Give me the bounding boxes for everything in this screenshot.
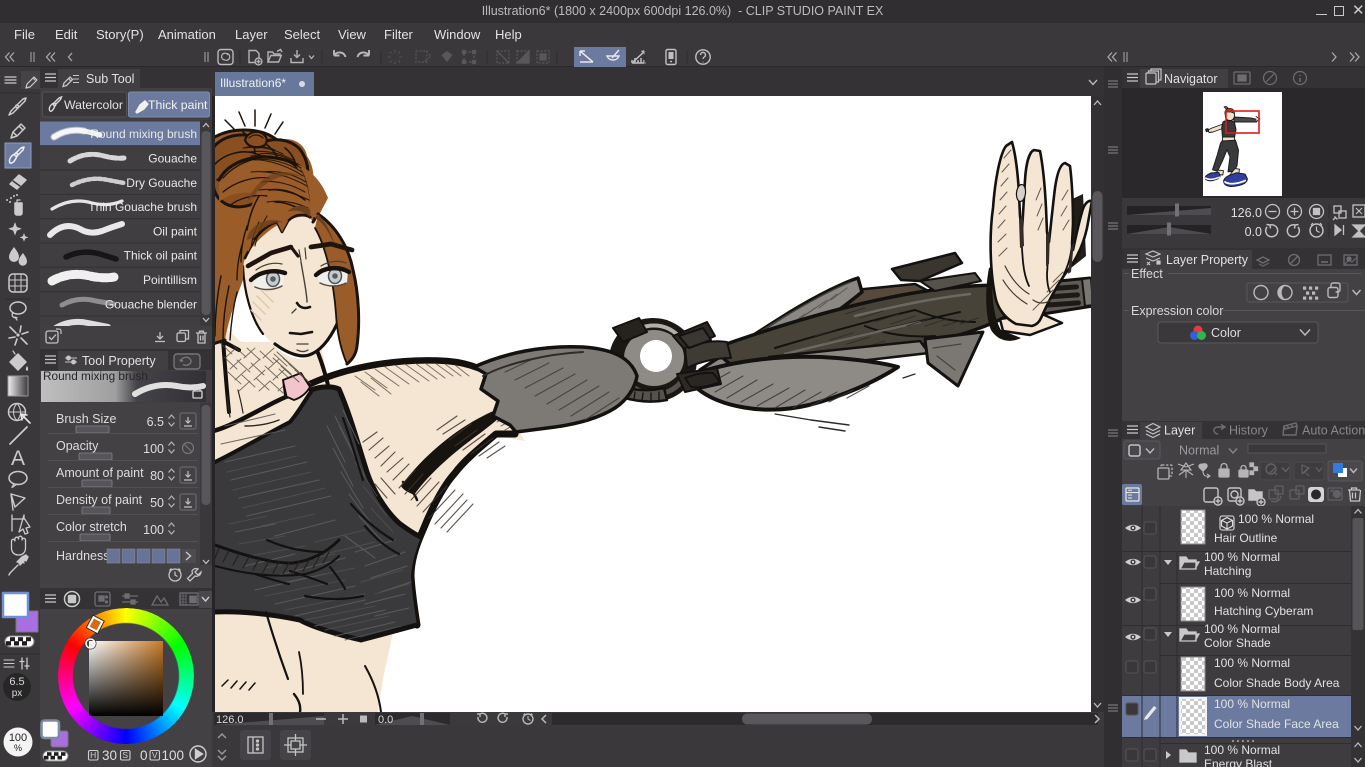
svg-text:50: 50 — [150, 496, 164, 510]
svg-text:Dry Gouache: Dry Gouache — [126, 176, 197, 190]
svg-text:Watercolor: Watercolor — [64, 98, 123, 112]
svg-text:100 % Normal: 100 % Normal — [1214, 586, 1290, 600]
svg-text:100: 100 — [143, 442, 164, 456]
svg-text:Pointillism: Pointillism — [143, 273, 197, 287]
svg-text:100: 100 — [143, 523, 164, 537]
svg-text:Layer: Layer — [1164, 424, 1195, 438]
svg-text:Sub Tool: Sub Tool — [86, 72, 134, 86]
svg-text:Hatching: Hatching — [1204, 564, 1251, 578]
svg-text:100 % Normal: 100 % Normal — [1204, 550, 1280, 564]
svg-text:126.0: 126.0 — [1231, 206, 1262, 220]
svg-text:Brush Size: Brush Size — [56, 412, 116, 426]
svg-text:100 % Normal: 100 % Normal — [1238, 512, 1314, 526]
svg-text:Expression color: Expression color — [1131, 304, 1223, 318]
svg-text:Hardness: Hardness — [56, 549, 110, 563]
svg-text:0.0: 0.0 — [1245, 225, 1262, 239]
svg-text:Tool Property: Tool Property — [82, 354, 156, 368]
svg-text:Gouache: Gouache — [148, 152, 197, 166]
svg-text:Oil paint: Oil paint — [153, 224, 198, 238]
svg-text:Color Shade Face Area: Color Shade Face Area — [1214, 717, 1339, 731]
svg-text:100 % Normal: 100 % Normal — [1214, 656, 1290, 670]
svg-text:Opacity: Opacity — [56, 439, 99, 453]
svg-text:Color: Color — [1211, 326, 1241, 340]
svg-text:0: 0 — [140, 748, 148, 763]
svg-text:Round mixing brush: Round mixing brush — [90, 127, 197, 141]
svg-text:6.5: 6.5 — [9, 676, 24, 688]
svg-text:A: A — [11, 447, 25, 470]
svg-text:Color stretch: Color stretch — [56, 520, 127, 534]
svg-text:Layer Property: Layer Property — [1166, 253, 1249, 267]
svg-text:Navigator: Navigator — [1164, 72, 1218, 86]
svg-text:100 % Normal: 100 % Normal — [1204, 622, 1280, 636]
svg-text:Color Shade: Color Shade — [1204, 636, 1271, 650]
svg-text:6.5: 6.5 — [147, 415, 164, 429]
svg-text:px: px — [12, 688, 23, 699]
svg-text:0.0: 0.0 — [378, 714, 393, 726]
svg-text:Round mixing brush: Round mixing brush — [43, 369, 148, 383]
svg-text:Thick paint: Thick paint — [148, 98, 208, 112]
svg-text:Amount of paint: Amount of paint — [56, 466, 144, 480]
svg-text:100 % Normal: 100 % Normal — [1204, 743, 1280, 757]
svg-text:Auto Action: Auto Action — [1302, 424, 1365, 438]
svg-text:Normal: Normal — [1179, 444, 1219, 458]
svg-text:Gouache blender: Gouache blender — [105, 297, 197, 311]
svg-text:Density of paint: Density of paint — [56, 493, 143, 507]
svg-text:H: H — [90, 750, 96, 760]
svg-text:Hatching Cyberam: Hatching Cyberam — [1214, 604, 1313, 618]
svg-text:Thick oil paint: Thick oil paint — [124, 249, 198, 263]
svg-text:V: V — [152, 750, 158, 760]
svg-text:Hair Outline: Hair Outline — [1214, 531, 1278, 545]
svg-text:100: 100 — [162, 748, 185, 763]
svg-text:S: S — [122, 750, 128, 760]
svg-text:30: 30 — [102, 748, 117, 763]
svg-text:Thin Gouache brush: Thin Gouache brush — [88, 200, 197, 214]
svg-text:100 % Normal: 100 % Normal — [1214, 697, 1290, 711]
svg-text:Energy Blast: Energy Blast — [1204, 757, 1273, 767]
svg-text:80: 80 — [150, 469, 164, 483]
svg-text:%: % — [14, 743, 22, 753]
svg-text:Effect: Effect — [1131, 267, 1163, 281]
svg-text:Color Shade Body Area: Color Shade Body Area — [1214, 676, 1340, 690]
svg-text:126.0: 126.0 — [216, 714, 244, 726]
svg-text:History: History — [1229, 424, 1269, 438]
